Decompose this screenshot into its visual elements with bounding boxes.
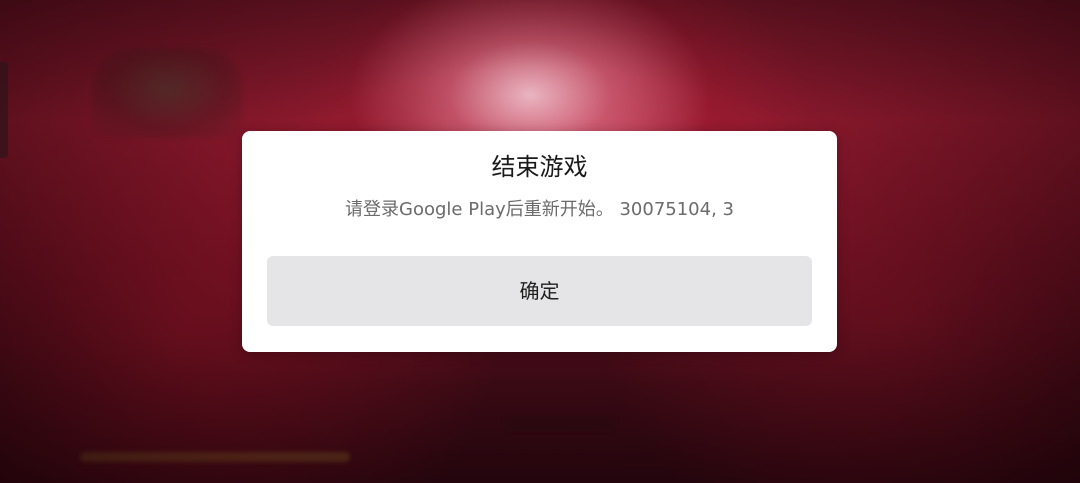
dialog-message: 请登录Google Play后重新开始。 30075104, 3 (345, 199, 734, 220)
edge-handle (0, 62, 8, 158)
dialog-title: 结束游戏 (491, 153, 588, 181)
end-game-dialog: 结束游戏 请登录Google Play后重新开始。 30075104, 3 确定 (242, 131, 837, 352)
confirm-button[interactable]: 确定 (267, 256, 812, 326)
game-screen: 结束游戏 请登录Google Play后重新开始。 30075104, 3 确定 (0, 0, 1080, 483)
